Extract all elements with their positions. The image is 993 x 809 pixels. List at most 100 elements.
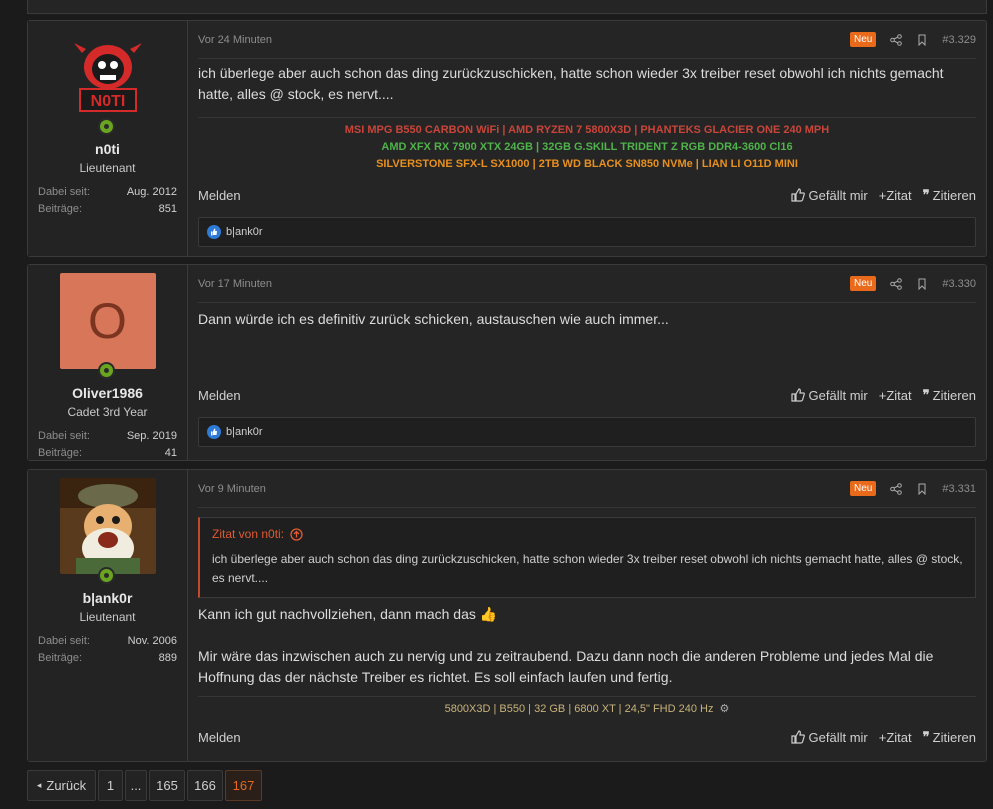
- quote-button[interactable]: + Zitat: [879, 188, 912, 203]
- post-number[interactable]: #3.331: [942, 483, 976, 495]
- signature-line-3: SILVERSTONE SFX-L SX1000 | 2TB WD BLACK …: [376, 158, 798, 170]
- post-text: ich überlege aber auch schon das ding zu…: [198, 65, 944, 102]
- page-ellipsis[interactable]: ...: [125, 770, 147, 801]
- quote-author[interactable]: Zitat von n0ti:: [212, 527, 284, 541]
- svg-text:N0TI: N0TI: [90, 93, 125, 110]
- message-cell: Vor 24 Minuten Neu #3.329 ich überlege a…: [188, 21, 986, 256]
- quote-marks-icon: ❞: [922, 187, 930, 202]
- posts-label: Beiträge:: [38, 447, 83, 459]
- like-label: Gefällt mir: [808, 187, 868, 203]
- reaction-users[interactable]: b|ank0r: [226, 426, 263, 438]
- plus-icon: +: [878, 187, 887, 203]
- post-text: Dann würde ich es definitiv zurück schic…: [198, 311, 669, 327]
- thumbs-up-icon: [790, 188, 805, 202]
- reply-quote-button[interactable]: ❞ Zitieren: [923, 187, 976, 203]
- signature: MSI MPG B550 CARBON WiFi | AMD RYZEN 7 5…: [198, 117, 976, 173]
- posts-value: 41: [164, 447, 177, 459]
- since-label: Dabei seit:: [38, 430, 90, 442]
- plus-icon: +: [878, 729, 887, 745]
- posts-value: 889: [158, 652, 177, 664]
- pagination: ◂ Zurück 1 ... 165 166 167: [27, 770, 264, 801]
- posts-value: 851: [158, 203, 177, 215]
- reply-quote-label: Zitieren: [932, 187, 976, 203]
- like-button[interactable]: Gefällt mir: [790, 388, 868, 403]
- post-3330: O Oliver1986 Cadet 3rd Year Dabei seit: S…: [27, 264, 987, 461]
- share-icon[interactable]: [890, 277, 903, 290]
- post-text-1: Kann ich gut nachvollziehen, dann mach d…: [198, 606, 498, 622]
- avatar[interactable]: [59, 478, 156, 584]
- reply-quote-button[interactable]: ❞ Zitieren: [923, 387, 976, 403]
- gamepad-icon: ⚙: [719, 703, 730, 715]
- online-status-icon: [97, 362, 115, 379]
- like-button[interactable]: Gefällt mir: [790, 730, 868, 745]
- username[interactable]: n0ti: [28, 141, 187, 157]
- post-time[interactable]: Vor 9 Minuten: [198, 483, 850, 495]
- report-link[interactable]: Melden: [198, 388, 780, 403]
- signature-line-1: MSI MPG B550 CARBON WiFi | AMD RYZEN 7 5…: [344, 124, 830, 136]
- post-actions: Melden Gefällt mir + Zitat ❞ Zitieren: [198, 187, 976, 203]
- avatar[interactable]: N0TI: [59, 29, 156, 135]
- online-status-icon: [97, 118, 115, 135]
- post-number[interactable]: #3.330: [942, 278, 976, 290]
- share-icon[interactable]: [890, 482, 903, 495]
- user-stats: Dabei seit: Aug. 2012 Beiträge: 851: [38, 184, 177, 218]
- post-time[interactable]: Vor 24 Minuten: [198, 34, 850, 46]
- quote-label: Zitat: [886, 387, 912, 403]
- page-link[interactable]: 165: [149, 770, 185, 801]
- since-value: Sep. 2019: [126, 430, 177, 442]
- user-info: N0TI n0ti Lieutenant Dabei seit: Aug. 201…: [28, 21, 188, 256]
- post-actions: Melden Gefällt mir + Zitat ❞ Zitieren: [198, 387, 976, 403]
- like-button[interactable]: Gefällt mir: [790, 187, 868, 203]
- quote-label: Zitat: [886, 187, 912, 203]
- like-reaction-icon: [207, 425, 221, 439]
- bookmark-icon[interactable]: [916, 483, 928, 495]
- page-link[interactable]: 1: [98, 770, 123, 801]
- report-link[interactable]: Melden: [198, 730, 780, 745]
- letter-avatar: O: [59, 273, 156, 369]
- since-label: Dabei seit:: [38, 186, 90, 198]
- new-badge: Neu: [849, 481, 877, 496]
- quote-label: Zitat: [886, 729, 912, 745]
- bookmark-icon[interactable]: [916, 34, 928, 46]
- cartoon-character-avatar: [59, 478, 156, 574]
- message-cell: Vor 9 Minuten Neu #3.331 Zitat von n0ti:…: [188, 470, 986, 761]
- reaction-users[interactable]: b|ank0r: [226, 226, 263, 238]
- share-icon[interactable]: [890, 33, 903, 46]
- post-time[interactable]: Vor 17 Minuten: [198, 278, 850, 290]
- message-header: Vor 24 Minuten Neu #3.329: [198, 21, 976, 59]
- arrow-up-circle-icon[interactable]: [290, 527, 303, 541]
- message-cell: Vor 17 Minuten Neu #3.330 Dann würde ich…: [188, 265, 986, 460]
- avatar[interactable]: O: [59, 273, 156, 379]
- page-link[interactable]: 166: [187, 770, 223, 801]
- post-number[interactable]: #3.329: [942, 34, 976, 46]
- quote-header[interactable]: Zitat von n0ti:: [200, 518, 975, 550]
- message-header: Vor 9 Minuten Neu #3.331: [198, 470, 976, 508]
- like-reaction-icon: [207, 225, 221, 239]
- quote-text: ich überlege aber auch schon das ding zu…: [212, 552, 963, 585]
- since-value: Aug. 2012: [126, 186, 177, 198]
- user-info: b|ank0r Lieutenant Dabei seit: Nov. 2006 …: [28, 470, 188, 761]
- signature: 5800X3D | B550 | 32 GB | 6800 XT | 24,5"…: [198, 696, 976, 715]
- page-current[interactable]: 167: [225, 770, 262, 801]
- post-3329: N0TI n0ti Lieutenant Dabei seit: Aug. 201…: [27, 20, 987, 257]
- reactions-bar[interactable]: b|ank0r: [198, 217, 976, 247]
- reactions-bar[interactable]: b|ank0r: [198, 417, 976, 447]
- chevron-left-icon: ◂: [36, 780, 42, 790]
- user-stats: Dabei seit: Nov. 2006 Beiträge: 889: [38, 633, 177, 667]
- user-info: O Oliver1986 Cadet 3rd Year Dabei seit: S…: [28, 265, 188, 460]
- back-button[interactable]: ◂ Zurück: [27, 770, 96, 801]
- thumbs-up-icon: [790, 388, 805, 402]
- quote-button[interactable]: + Zitat: [879, 388, 912, 403]
- quote-marks-icon: ❞: [922, 729, 930, 744]
- username[interactable]: Oliver1986: [28, 385, 187, 401]
- report-link[interactable]: Melden: [198, 188, 780, 203]
- post-text-2: Mir wäre das inzwischen auch zu nervig u…: [198, 648, 934, 685]
- bookmark-icon[interactable]: [916, 278, 928, 290]
- n0ti-logo-avatar: N0TI: [59, 29, 156, 125]
- quote-marks-icon: ❞: [922, 387, 930, 402]
- reply-quote-button[interactable]: ❞ Zitieren: [923, 729, 976, 745]
- username[interactable]: b|ank0r: [28, 590, 187, 606]
- new-badge: Neu: [849, 32, 877, 47]
- quote-block: Zitat von n0ti: ich überlege aber auch s…: [198, 517, 976, 598]
- quote-button[interactable]: + Zitat: [879, 730, 912, 745]
